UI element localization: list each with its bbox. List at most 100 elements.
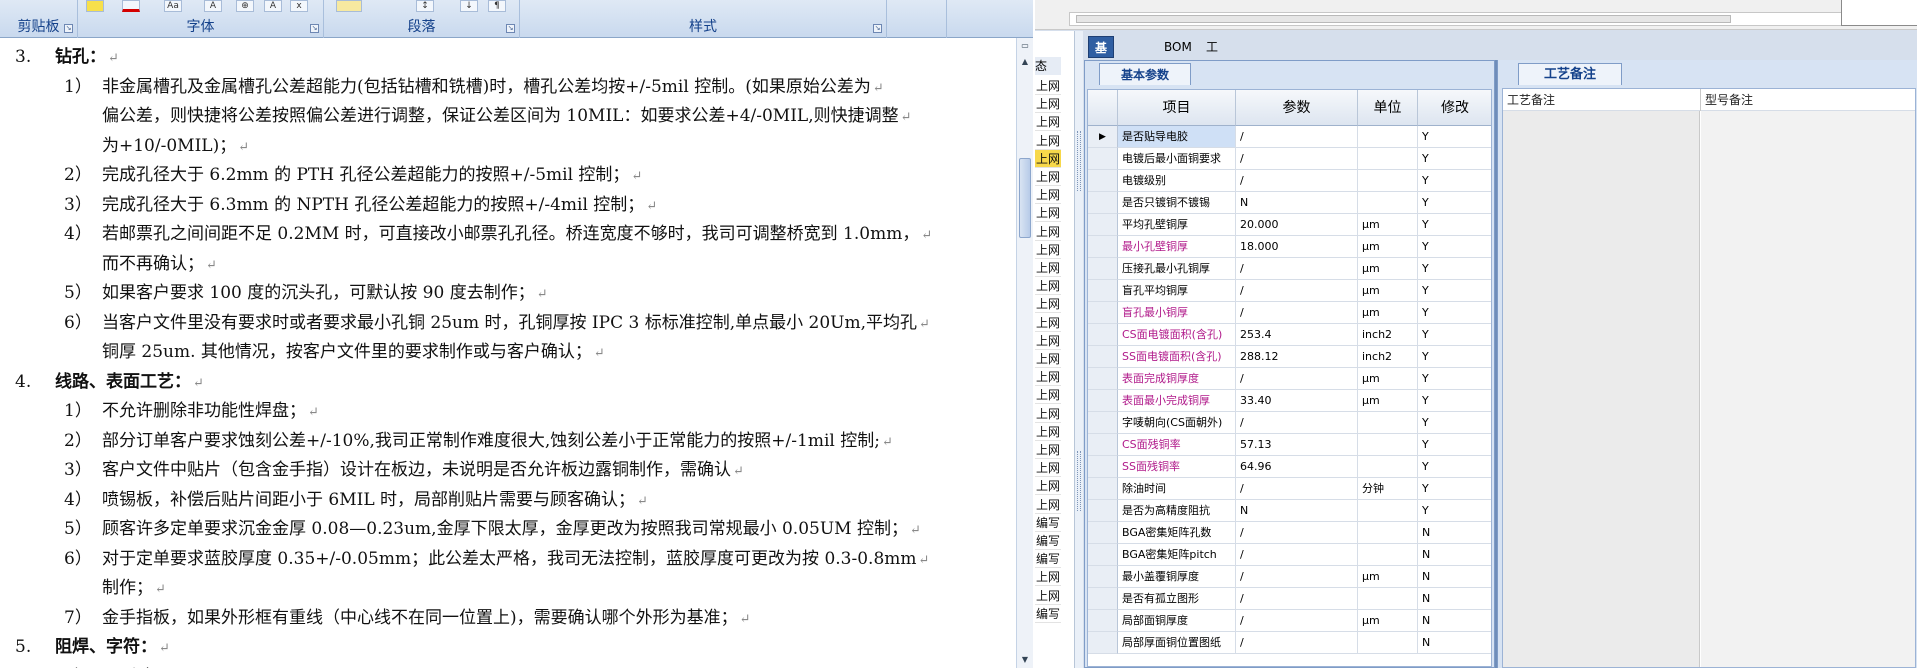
row-indicator-icon[interactable] [1088,346,1118,368]
status-cell[interactable]: 上网 [1035,477,1061,496]
row-indicator-icon[interactable] [1088,522,1118,544]
cell-value[interactable]: N [1236,192,1358,214]
cell-mod[interactable]: Y [1418,412,1491,434]
row-indicator-icon[interactable] [1088,368,1118,390]
dialog-launcher-icon[interactable]: ↘ [310,24,319,33]
row-indicator-icon[interactable] [1088,258,1118,280]
table-row[interactable]: 最小盖覆铜厚度 / μm N [1088,566,1491,588]
cell-name[interactable]: SS面电镀面积(含孔) [1118,346,1236,368]
splitter-grip-icon[interactable] [1077,131,1081,191]
table-row[interactable]: CS面电镀面积(含孔) 253.4 inch2 Y [1088,324,1491,346]
cell-name[interactable]: 是否为高精度阻抗 [1118,500,1236,522]
cell-mod[interactable]: Y [1418,390,1491,412]
cell-mod[interactable]: Y [1418,456,1491,478]
status-cell[interactable]: 上网 [1035,259,1061,277]
cell-value[interactable]: / [1236,412,1358,434]
cell-value[interactable]: / [1236,258,1358,280]
cell-unit[interactable]: μm [1358,258,1418,280]
cell-mod[interactable]: Y [1418,214,1491,236]
cell-mod[interactable]: Y [1418,170,1491,192]
status-cell[interactable]: 上网 [1035,149,1061,168]
row-indicator-icon[interactable] [1088,412,1118,434]
row-indicator-icon[interactable] [1088,566,1118,588]
table-row[interactable]: BGA密集矩阵孔数 / N [1088,522,1491,544]
scrollbar-thumb[interactable] [1076,15,1731,23]
table-row[interactable]: CS面残铜率 57.13 Y [1088,434,1491,456]
cell-unit[interactable]: μm [1358,368,1418,390]
notes-grid[interactable]: 工艺备注 型号备注 [1502,88,1916,668]
cell-name[interactable]: 是否有孤立图形 [1118,588,1236,610]
cell-value[interactable]: 64.96 [1236,456,1358,478]
row-indicator-icon[interactable] [1088,236,1118,258]
cell-value[interactable]: / [1236,126,1358,148]
cell-unit[interactable] [1358,148,1418,170]
cell-value[interactable]: / [1236,302,1358,324]
cell-unit[interactable] [1358,192,1418,214]
cell-unit[interactable] [1358,456,1418,478]
cell-value[interactable]: N [1236,500,1358,522]
table-row[interactable]: 表面完成铜厚度 / μm Y [1088,368,1491,390]
table-row[interactable]: 是否只镀铜不镀锡 N Y [1088,192,1491,214]
cell-value[interactable]: / [1236,368,1358,390]
status-cell[interactable]: 上网 [1035,168,1061,186]
status-cell[interactable]: 上网 [1035,386,1061,405]
row-indicator-icon[interactable] [1088,214,1118,236]
cell-value[interactable]: / [1236,478,1358,500]
cell-name[interactable]: 表面完成铜厚度 [1118,368,1236,390]
status-cell[interactable]: 上网 [1035,350,1061,368]
status-cell[interactable]: 上网 [1035,241,1061,259]
cell-value[interactable]: 57.13 [1236,434,1358,456]
cell-name[interactable]: 是否只镀铜不镀锡 [1118,192,1236,214]
tab-process-notes[interactable]: 工艺备注 [1518,63,1622,85]
char-scale-button[interactable]: A [264,0,282,12]
cell-mod[interactable]: Y [1418,302,1491,324]
ribbon-group-paragraph[interactable]: ↕ ↓ ¶ 段落 ↘ [324,0,520,38]
dialog-launcher-icon[interactable]: ↘ [506,24,515,33]
cell-name[interactable]: 盲孔最小铜厚 [1118,302,1236,324]
row-indicator-icon[interactable] [1088,192,1118,214]
cell-name[interactable]: 最小盖覆铜厚度 [1118,566,1236,588]
cell-name[interactable]: 盲孔平均铜厚 [1118,280,1236,302]
row-indicator-icon[interactable] [1088,170,1118,192]
cell-mod[interactable]: Y [1418,500,1491,522]
cell-name[interactable]: 局部厚面铜位置图纸 [1118,632,1236,654]
params-grid[interactable]: 项目 参数 单位 修改 ▶ 是否贴导电胶 / Y 电镀后最小面铜要求 / Y 电镀级别 / Y 是否… [1087,89,1492,667]
cell-mod[interactable]: Y [1418,192,1491,214]
table-row[interactable]: BGA密集矩阵pitch / N [1088,544,1491,566]
row-indicator-icon[interactable] [1088,632,1118,654]
cell-mod[interactable]: N [1418,588,1491,610]
table-row[interactable]: ▶ 是否贴导电胶 / Y [1088,126,1491,148]
table-row[interactable]: 盲孔最小铜厚 / μm Y [1088,302,1491,324]
cell-unit[interactable]: inch2 [1358,324,1418,346]
show-marks-icon[interactable]: ¶ [488,0,506,12]
cell-name[interactable]: BGA密集矩阵孔数 [1118,522,1236,544]
column-header-modify[interactable]: 修改 [1418,90,1491,126]
cell-mod[interactable]: N [1418,522,1491,544]
status-cell[interactable]: 上网 [1035,368,1061,387]
status-cell[interactable]: 上网 [1035,295,1061,314]
cell-value[interactable]: / [1236,170,1358,192]
cell-unit[interactable]: μm [1358,214,1418,236]
ribbon-group-styles[interactable]: 样式 ↘ [520,0,887,38]
cell-name[interactable]: 除油时间 [1118,478,1236,500]
panel-splitter[interactable] [1074,31,1083,668]
row-indicator-icon[interactable] [1088,148,1118,170]
status-column-header[interactable]: 态 [1035,57,1061,75]
cell-value[interactable]: / [1236,566,1358,588]
cell-unit[interactable] [1358,126,1418,148]
cell-name[interactable]: BGA密集矩阵pitch [1118,544,1236,566]
status-cell[interactable]: 上网 [1035,77,1061,95]
cell-mod[interactable]: Y [1418,258,1491,280]
sort-icon[interactable]: ↓ [460,0,478,12]
cell-unit[interactable] [1358,170,1418,192]
scrollbar-thumb[interactable] [1019,158,1031,238]
table-row[interactable]: 局部面铜厚度 / μm N [1088,610,1491,632]
row-indicator-icon[interactable] [1088,280,1118,302]
dialog-launcher-icon[interactable]: ↘ [64,24,73,33]
table-row[interactable]: SS面残铜率 64.96 Y [1088,456,1491,478]
table-row[interactable]: 压接孔最小孔铜厚 / μm Y [1088,258,1491,280]
cell-value[interactable]: / [1236,544,1358,566]
cell-value[interactable]: 18.000 [1236,236,1358,258]
cell-name[interactable]: 电镀级别 [1118,170,1236,192]
status-cell[interactable]: 上网 [1035,496,1061,514]
